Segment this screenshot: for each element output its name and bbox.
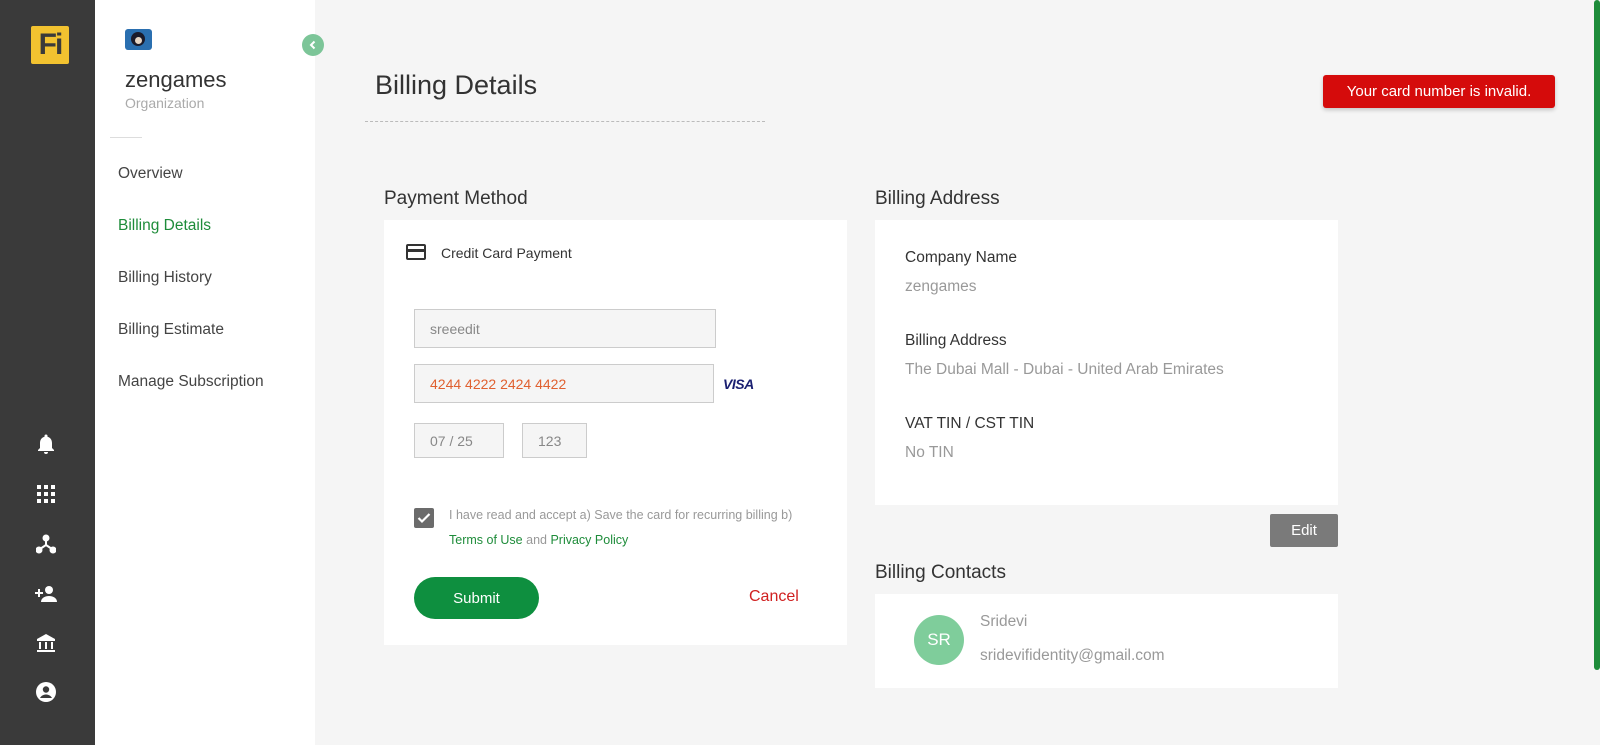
error-toast: Your card number is invalid. [1323,75,1555,108]
visa-logo: VISA [723,376,754,392]
cardholder-name-field[interactable]: sreeedit [414,309,716,348]
consent-text-body: I have read and accept a) Save the card … [449,508,793,522]
payment-method-title: Payment Method [384,188,528,209]
chevron-left-icon [309,40,316,50]
company-name-label: Company Name [905,249,1017,266]
account-circle-icon[interactable] [33,679,59,705]
payment-method-panel: Credit Card Payment sreeedit 4244 4222 2… [384,220,847,645]
billing-address-value: The Dubai Mall - Dubai - United Arab Emi… [905,361,1224,378]
billing-address-title: Billing Address [875,188,1000,209]
submit-button[interactable]: Submit [414,577,539,619]
grid-icon[interactable] [33,481,59,507]
tin-label: VAT TIN / CST TIN [905,415,1035,432]
app-logo[interactable]: Fi [31,26,69,64]
billing-contacts-panel: SR Sridevi sridevifidentity@gmail.com [875,594,1338,688]
org-avatar [125,29,152,50]
consent-and: and [522,533,551,547]
contact-email: sridevifidentity@gmail.com [980,647,1165,664]
divider [110,137,142,138]
billing-address-panel: Company Name zengames Billing Address Th… [875,220,1338,505]
org-name: zengames [125,67,227,92]
card-number-field[interactable]: 4244 4222 2424 4422 [414,364,714,403]
credit-card-icon [406,244,426,260]
collapse-sidebar-button[interactable] [302,34,324,56]
edit-address-button[interactable]: Edit [1270,514,1338,547]
nav-item-billing-details[interactable]: Billing Details [118,217,211,235]
bell-icon[interactable] [33,431,59,457]
billing-address-label: Billing Address [905,332,1007,349]
privacy-policy-link[interactable]: Privacy Policy [550,533,628,547]
company-name-value: zengames [905,278,977,295]
nav-item-overview[interactable]: Overview [118,165,183,183]
icon-rail: Fi [0,0,95,745]
billing-contacts-title: Billing Contacts [875,562,1006,583]
add-person-icon[interactable] [33,581,59,607]
expiry-field[interactable]: 07 / 25 [414,423,504,458]
org-type: Organization [125,95,205,111]
cancel-button[interactable]: Cancel [749,588,799,606]
consent-text: I have read and accept a) Save the card … [449,503,824,553]
contact-name: Sridevi [980,613,1028,630]
nav-item-manage-subscription[interactable]: Manage Subscription [118,373,264,391]
tin-value: No TIN [905,444,954,461]
terms-of-use-link[interactable]: Terms of Use [449,533,523,547]
org-sidebar: zengames Organization Overview Billing D… [95,0,315,745]
cvc-field[interactable]: 123 [522,423,587,458]
network-icon[interactable] [33,531,59,557]
page-title: Billing Details [375,70,538,100]
consent-checkbox[interactable] [414,508,434,528]
vertical-scrollbar[interactable] [1594,0,1600,670]
bank-icon[interactable] [33,630,59,656]
payment-type-label: Credit Card Payment [441,245,572,261]
nav-item-billing-history[interactable]: Billing History [118,269,212,287]
contact-avatar: SR [914,615,964,665]
checkmark-icon [417,513,431,524]
title-underline [365,121,765,122]
nav-item-billing-estimate[interactable]: Billing Estimate [118,321,224,339]
